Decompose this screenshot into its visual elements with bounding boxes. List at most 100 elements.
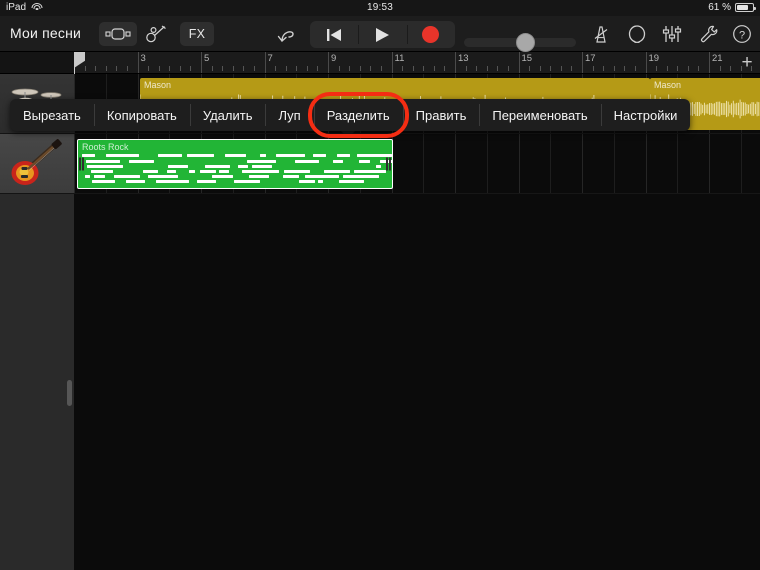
region-roots-rock[interactable]: Roots Rock xyxy=(77,139,393,189)
ruler-beat-tick xyxy=(148,66,150,71)
status-bar-right: 61 % xyxy=(708,2,756,13)
ruler-beat-tick xyxy=(423,66,425,71)
ruler-beat-tick xyxy=(476,66,478,71)
midi-note xyxy=(105,154,140,157)
midi-note xyxy=(238,165,249,168)
midi-note xyxy=(353,170,386,173)
midi-note xyxy=(86,160,121,163)
region-context-menu: Вырезать Копировать Удалить Луп Разделить Пра… xyxy=(10,99,691,131)
settings-button[interactable] xyxy=(694,22,724,46)
midi-note xyxy=(298,180,315,183)
midi-note xyxy=(283,175,300,178)
ruler-beat-tick xyxy=(105,66,107,71)
track-header-guitar[interactable] xyxy=(0,134,74,194)
region-right-handle[interactable] xyxy=(386,157,391,171)
midi-note xyxy=(224,154,247,157)
context-menu-arrow xyxy=(340,130,356,138)
volume-slider-knob[interactable] xyxy=(516,33,535,52)
midi-note xyxy=(204,165,230,168)
main-toolbar: Мои песни FX ? xyxy=(0,16,760,52)
metronome-button[interactable] xyxy=(586,22,616,46)
help-question-icon: ? xyxy=(732,24,752,44)
track-lanes[interactable]: Mason Mason Roots Rock xyxy=(74,74,760,570)
menu-item-settings[interactable]: Настройки xyxy=(600,99,691,131)
ruler-beat-tick xyxy=(243,66,245,71)
menu-item-copy[interactable]: Копировать xyxy=(93,99,190,131)
ruler-bars[interactable]: 13579111315171921 xyxy=(74,52,760,73)
midi-note xyxy=(167,165,189,168)
ruler-beat-tick xyxy=(613,66,615,71)
menu-item-delete[interactable]: Удалить xyxy=(189,99,266,131)
menu-item-rename[interactable]: Переименовать xyxy=(479,99,600,131)
midi-note xyxy=(147,175,178,178)
rewind-to-start-icon xyxy=(325,27,343,43)
ruler-beat-tick xyxy=(402,66,404,71)
midi-note xyxy=(188,170,195,173)
ruler-beat-tick xyxy=(169,66,171,71)
ruler-beat-tick xyxy=(275,66,277,71)
timeline-ruler[interactable]: 13579111315171921 + xyxy=(0,52,760,74)
ruler-beat-tick xyxy=(730,66,732,71)
guitar-instrument-icon xyxy=(145,25,167,43)
electric-guitar-icon xyxy=(8,139,66,189)
battery-percent-label: 61 % xyxy=(708,2,731,13)
ruler-beat-tick xyxy=(306,66,308,71)
ruler-beat-tick xyxy=(158,66,160,71)
menu-item-edit[interactable]: Править xyxy=(402,99,480,131)
midi-note xyxy=(86,165,123,168)
ruler-beat-tick xyxy=(666,66,668,71)
mixer-faders-icon xyxy=(662,24,686,44)
fx-button[interactable]: FX xyxy=(180,22,214,46)
tracks-view-button[interactable] xyxy=(99,22,137,46)
menu-item-loop[interactable]: Луп xyxy=(265,99,313,131)
menu-item-cut[interactable]: Вырезать xyxy=(10,99,94,131)
midi-note xyxy=(259,154,266,157)
midi-note xyxy=(129,160,154,163)
track-area: + Mason Mason Roots Rock xyxy=(0,74,760,570)
midi-note xyxy=(356,154,392,157)
region-label: Mason xyxy=(144,80,172,90)
midi-note xyxy=(318,180,324,183)
play-button[interactable] xyxy=(358,21,406,48)
ruler-beat-tick xyxy=(232,66,234,71)
instrument-browser-button[interactable] xyxy=(141,22,171,46)
vertical-scroll-indicator[interactable] xyxy=(67,380,72,406)
help-button[interactable]: ? xyxy=(728,22,756,46)
midi-note xyxy=(113,175,140,178)
status-bar-clock: 19:53 xyxy=(366,2,394,13)
rewind-button[interactable] xyxy=(310,21,358,48)
ruler-beat-tick xyxy=(497,66,499,71)
add-section-icon[interactable]: + xyxy=(739,53,755,72)
cycle-button[interactable] xyxy=(622,22,652,46)
my-songs-button[interactable]: Мои песни xyxy=(10,25,81,41)
ruler-beat-tick xyxy=(285,66,287,71)
region-left-handle[interactable] xyxy=(79,157,84,171)
menu-item-split[interactable]: Разделить xyxy=(313,99,403,131)
midi-note xyxy=(241,170,279,173)
ruler-beat-tick xyxy=(211,66,213,71)
ruler-beat-tick xyxy=(465,66,467,71)
status-bar: iPad 19:53 61 % xyxy=(0,0,760,16)
midi-note xyxy=(304,175,339,178)
mixer-button[interactable] xyxy=(658,22,690,46)
ruler-beat-tick xyxy=(95,66,97,71)
midi-note xyxy=(84,175,91,178)
ruler-beat-tick xyxy=(84,66,86,71)
ruler-beat-tick xyxy=(624,66,626,71)
midi-note xyxy=(90,170,113,173)
ruler-beat-tick xyxy=(359,66,361,71)
record-button[interactable] xyxy=(406,21,455,48)
ruler-beat-tick xyxy=(507,66,509,71)
midi-note xyxy=(212,175,233,178)
ruler-beat-tick xyxy=(116,66,118,71)
midi-note xyxy=(219,170,230,173)
lane-guitar[interactable]: Roots Rock xyxy=(74,134,760,194)
master-volume-slider[interactable] xyxy=(464,33,576,52)
midi-note xyxy=(252,165,273,168)
ruler-beat-tick xyxy=(179,66,181,71)
svg-text:?: ? xyxy=(739,29,745,41)
ruler-beat-tick xyxy=(550,66,552,71)
midi-note xyxy=(336,154,351,157)
tracks-view-icon xyxy=(105,27,131,41)
undo-button[interactable] xyxy=(272,22,302,46)
